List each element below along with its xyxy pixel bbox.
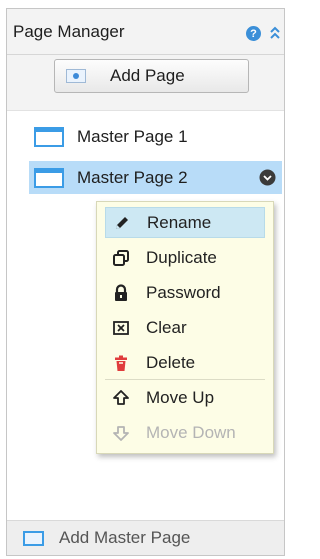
- menu-item-rename[interactable]: Rename: [105, 207, 265, 238]
- trash-icon: [115, 355, 127, 371]
- menu-separator: [105, 379, 265, 380]
- panel-title: Page Manager: [13, 21, 125, 41]
- page-context-menu: Rename Duplicate Password Clear Delete M…: [96, 201, 274, 454]
- menu-item-duplicate[interactable]: Duplicate: [105, 242, 265, 273]
- page-manager-panel: Page Manager ? Add Page Master Page 1 Ma…: [6, 8, 285, 556]
- duplicate-icon: [113, 249, 129, 266]
- pencil-icon: [116, 216, 128, 229]
- menu-item-label: Rename: [147, 212, 212, 232]
- panel-header: Page Manager: [7, 9, 284, 55]
- menu-item-label: Move Down: [146, 422, 236, 442]
- menu-item-label: Password: [146, 282, 221, 302]
- menu-item-label: Delete: [146, 352, 196, 372]
- tree-item-master-page-1[interactable]: Master Page 1: [29, 120, 282, 153]
- menu-item-delete[interactable]: Delete: [105, 347, 265, 378]
- chevron-down-icon[interactable]: [259, 169, 276, 186]
- arrow-up-icon: [113, 389, 129, 405]
- menu-item-move-down: Move Down: [105, 417, 265, 448]
- tree-item-master-page-2[interactable]: Master Page 2: [29, 161, 282, 194]
- help-icon[interactable]: ?: [246, 26, 261, 41]
- add-page-button[interactable]: Add Page: [54, 59, 249, 93]
- add-page-label: Add Page: [110, 66, 185, 85]
- menu-item-clear[interactable]: Clear: [105, 312, 265, 343]
- page-icon: [34, 126, 64, 147]
- clear-icon: [113, 320, 129, 335]
- double-chevron-up-icon[interactable]: [268, 24, 282, 42]
- add-page-icon: [66, 69, 86, 83]
- menu-item-password[interactable]: Password: [105, 277, 265, 308]
- panel-toolbar: Add Page: [7, 55, 284, 111]
- arrow-down-icon: [113, 425, 129, 441]
- add-master-page-label: Add Master Page: [59, 528, 191, 547]
- menu-item-label: Move Up: [146, 387, 215, 407]
- master-page-icon: [23, 530, 44, 546]
- menu-item-label: Clear: [146, 317, 187, 337]
- page-icon: [34, 167, 64, 188]
- menu-item-move-up[interactable]: Move Up: [105, 382, 265, 413]
- tree-item-label: Master Page 1: [77, 126, 188, 146]
- tree-item-label: Master Page 2: [77, 167, 188, 187]
- lock-icon: [115, 283, 127, 301]
- add-master-page-button[interactable]: Add Master Page: [7, 520, 284, 555]
- menu-item-label: Duplicate: [146, 247, 217, 267]
